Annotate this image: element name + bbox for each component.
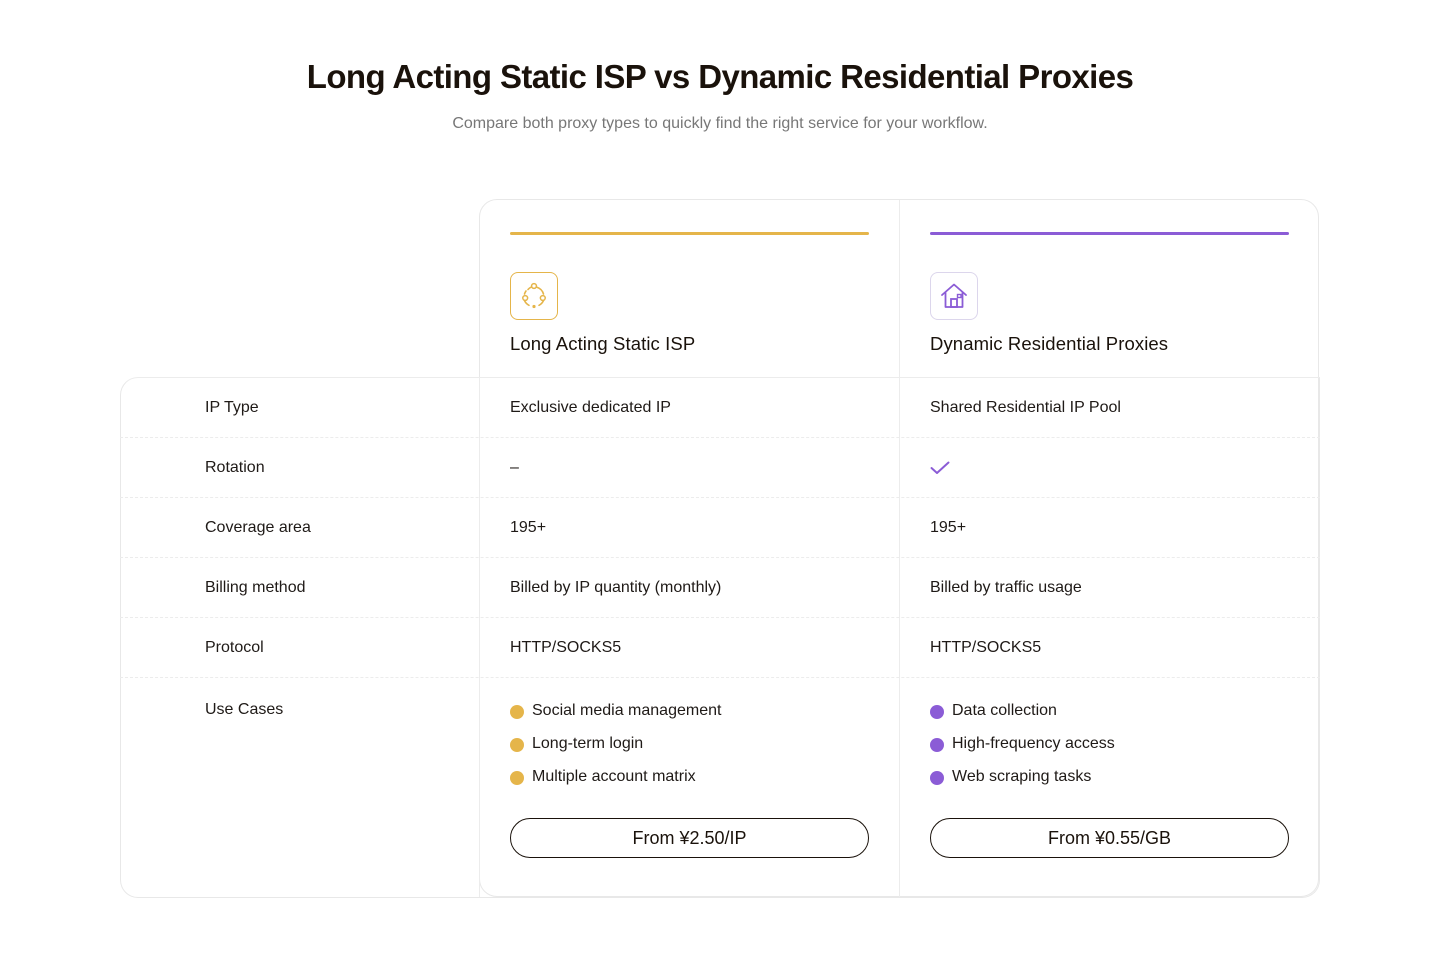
row-label: Billing method [205, 579, 306, 596]
isp-product-name: Long Acting Static ISP [510, 333, 696, 354]
use-case-text: Web scraping tasks [952, 768, 1092, 785]
isp-icon-box [510, 272, 558, 320]
use-case-text: Data collection [952, 702, 1057, 719]
residential-value: Billed by traffic usage [930, 579, 1082, 596]
check-dot-icon [510, 738, 524, 752]
use-case-text: Social media management [532, 702, 722, 719]
check-icon [930, 461, 950, 474]
page-subtitle: Compare both proxy types to quickly find… [452, 115, 988, 132]
list-item: High-frequency access [930, 733, 1115, 766]
row-label: Coverage area [205, 519, 311, 536]
row-billing-method: Billing method Billed by IP quantity (mo… [120, 558, 1320, 618]
check-dot-icon [510, 705, 524, 719]
use-case-text: Multiple account matrix [532, 768, 696, 785]
isp-column-header: Long Acting Static ISP [480, 200, 900, 377]
row-label: IP Type [205, 399, 259, 416]
residential-icon-box [930, 272, 978, 320]
isp-value: 195+ [510, 519, 547, 536]
list-item: Long-term login [510, 733, 721, 766]
page-title: Long Acting Static ISP vs Dynamic Reside… [306, 58, 1134, 95]
check-dot-icon [930, 705, 944, 719]
residential-accent-bar [930, 232, 1289, 235]
comparison-page: Long Acting Static ISP vs Dynamic Reside… [0, 0, 1440, 963]
row-protocol: Protocol HTTP/SOCKS5 HTTP/SOCKS5 [120, 618, 1320, 678]
residential-product-name: Dynamic Residential Proxies [930, 333, 1169, 354]
use-case-text: High-frequency access [952, 735, 1115, 752]
use-case-text: Long-term login [532, 735, 644, 752]
row-label: Protocol [205, 639, 264, 656]
residential-price-button[interactable]: From ¥0.55/GB [930, 818, 1289, 858]
row-rotation: Rotation – [120, 438, 1320, 498]
list-item: Web scraping tasks [930, 766, 1115, 799]
isp-value: Billed by IP quantity (monthly) [510, 579, 722, 596]
rotation-nodes-icon [522, 282, 546, 309]
check-dot-icon [930, 738, 944, 752]
residential-value [930, 438, 950, 497]
isp-value: – [510, 459, 519, 476]
list-item: Multiple account matrix [510, 766, 721, 799]
residential-value: Shared Residential IP Pool [930, 399, 1121, 416]
row-coverage-area: Coverage area 195+ 195+ [120, 498, 1320, 558]
residential-column-header: Dynamic Residential Proxies [900, 200, 1320, 377]
row-ip-type: IP Type Exclusive dedicated IP Shared Re… [120, 378, 1320, 438]
residential-value: HTTP/SOCKS5 [930, 639, 1042, 656]
isp-value: HTTP/SOCKS5 [510, 639, 622, 656]
list-item: Social media management [510, 700, 721, 733]
check-dot-icon [930, 771, 944, 785]
check-dot-icon [510, 771, 524, 785]
isp-use-case-list: Social media management Long-term login … [510, 700, 721, 799]
house-icon [941, 283, 967, 308]
isp-accent-bar [510, 232, 869, 235]
isp-price-button[interactable]: From ¥2.50/IP [510, 818, 869, 858]
residential-use-case-list: Data collection High-frequency access We… [930, 700, 1115, 799]
use-cases-label: Use Cases [205, 701, 284, 718]
isp-value: Exclusive dedicated IP [510, 399, 671, 416]
residential-value: 195+ [930, 519, 967, 536]
row-label: Rotation [205, 459, 265, 476]
list-item: Data collection [930, 700, 1115, 733]
